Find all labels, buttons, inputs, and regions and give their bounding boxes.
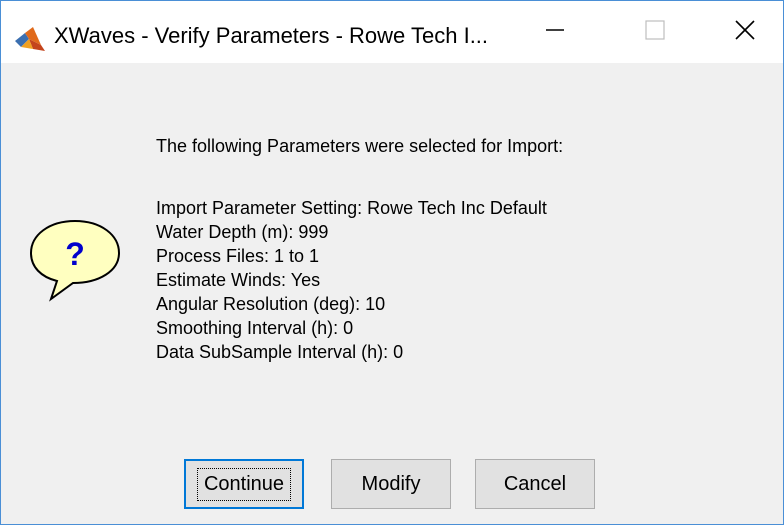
param-water-depth: Water Depth (m): 999 xyxy=(156,222,329,242)
parameter-list: Import Parameter Setting: Rowe Tech Inc … xyxy=(156,196,547,364)
continue-button[interactable]: Continue xyxy=(184,459,304,509)
dialog-headline: The following Parameters were selected f… xyxy=(156,136,564,156)
continue-button-label: Continue xyxy=(196,467,292,501)
param-import-setting: Import Parameter Setting: Rowe Tech Inc … xyxy=(156,198,547,218)
param-angular-resolution: Angular Resolution (deg): 10 xyxy=(156,294,386,314)
title-bar[interactable]: XWaves - Verify Parameters - Rowe Tech I… xyxy=(1,1,783,63)
param-smoothing-interval: Smoothing Interval (h): 0 xyxy=(156,318,354,338)
maximize-icon xyxy=(644,19,666,46)
question-icon: ? xyxy=(25,215,125,305)
param-process-files: Process Files: 1 to 1 xyxy=(156,246,320,266)
window-title: XWaves - Verify Parameters - Rowe Tech I… xyxy=(54,23,489,48)
param-subsample-interval: Data SubSample Interval (h): 0 xyxy=(156,342,404,362)
close-icon xyxy=(733,18,757,47)
dialog-window: XWaves - Verify Parameters - Rowe Tech I… xyxy=(0,0,784,525)
maximize-button[interactable] xyxy=(611,1,699,63)
minimize-button[interactable] xyxy=(511,1,599,63)
modify-button[interactable]: Modify xyxy=(331,459,451,509)
minimize-icon xyxy=(544,19,566,46)
question-mark-glyph: ? xyxy=(65,236,85,272)
cancel-button[interactable]: Cancel xyxy=(475,459,595,509)
matlab-icon xyxy=(15,27,45,51)
close-button[interactable] xyxy=(701,1,783,63)
param-estimate-winds: Estimate Winds: Yes xyxy=(156,270,321,290)
dialog-content: ? The following Parameters were selected… xyxy=(1,63,783,524)
